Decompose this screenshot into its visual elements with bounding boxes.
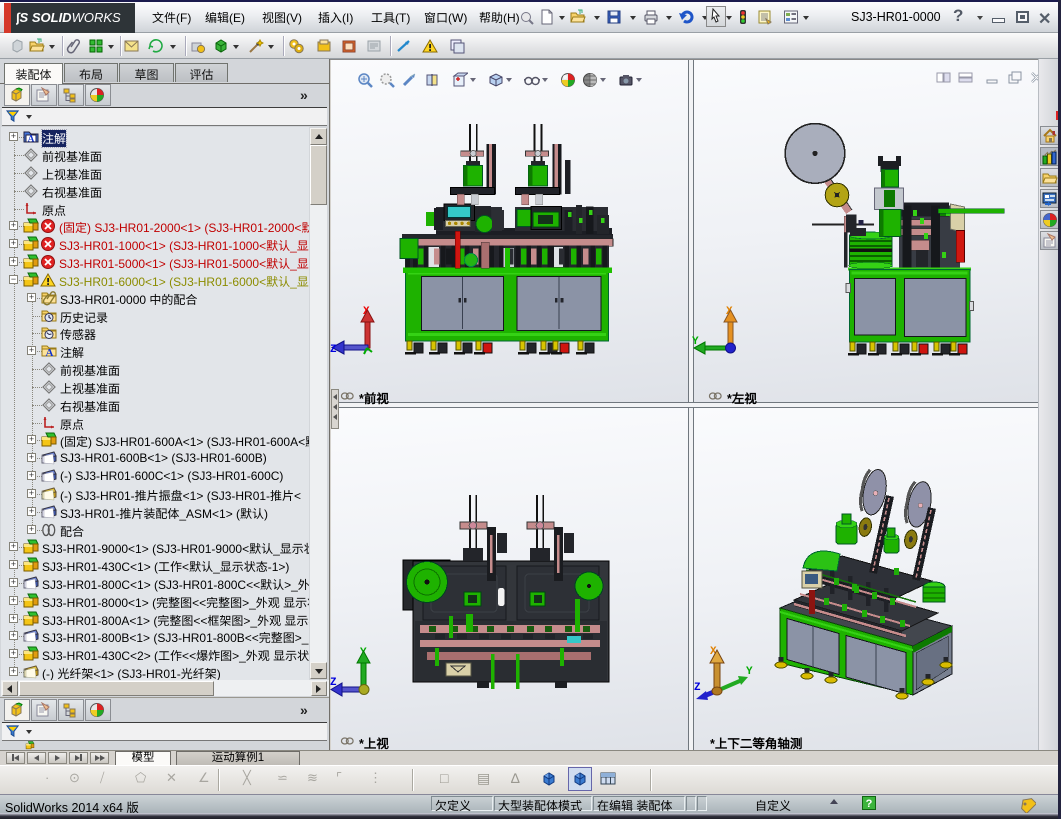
svg-text:Z: Z	[330, 344, 337, 356]
svg-text:Z: Z	[330, 677, 337, 689]
svg-text:Y: Y	[746, 666, 753, 678]
svg-text:Y: Y	[692, 336, 699, 348]
svg-text:Z: Z	[694, 682, 701, 694]
